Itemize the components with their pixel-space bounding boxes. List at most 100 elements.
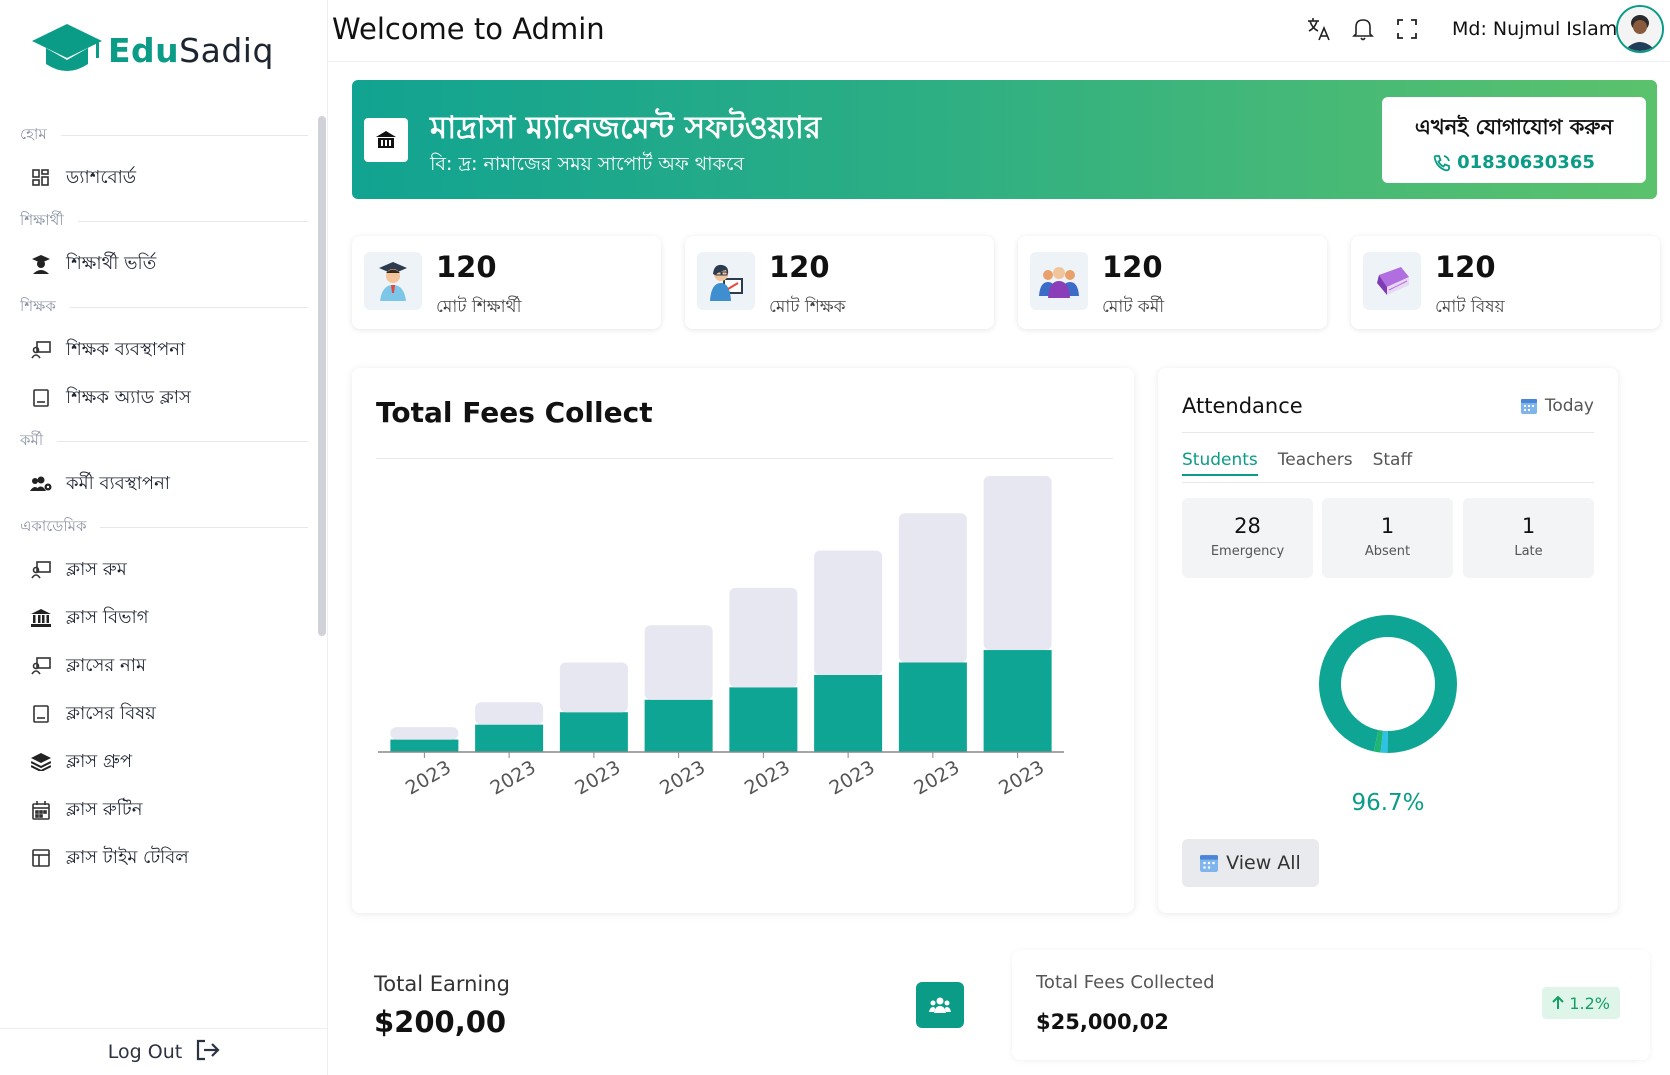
calendar-icon [30,799,52,821]
view-all-label: View All [1226,852,1301,874]
stat-value: 1 [1521,514,1536,538]
nav-staff-management[interactable]: কর্মী ব্যবস্থাপনা [30,464,328,504]
view-all-button[interactable]: View All [1182,839,1319,887]
bar-collected[interactable] [898,662,967,752]
stat-label: মোট শিক্ষক [769,297,846,317]
section-label: একাডেমিক [20,516,87,535]
bar-collected[interactable] [814,674,883,752]
tab-teachers[interactable]: Teachers [1278,450,1353,476]
tab-students[interactable]: Students [1182,450,1258,476]
nav-label: ক্লাসের নাম [66,654,147,676]
nav-label: ক্লাস বিভাগ [66,606,149,628]
attendance-card: Attendance Today Students Teachers Staff… [1158,368,1618,913]
section-staff: কর্মী [20,426,308,456]
nav-student-admission[interactable]: শিক্ষার্থী ভর্তি [30,244,328,284]
dashboard-icon [30,167,52,189]
bar-remaining[interactable] [898,513,967,663]
graduate-icon [30,253,52,275]
student-icon [364,252,422,310]
stat-value: 120 [769,250,830,284]
nav-class-name[interactable]: ক্লাসের নাম [30,646,328,686]
bar-remaining[interactable] [475,702,544,725]
nav-class-timetable[interactable]: ক্লাস টাইম টেবিল [30,838,328,878]
book-icon [1363,252,1421,310]
nav-dashboard[interactable]: ড্যাশবোর্ড [30,158,328,198]
stat-label: Late [1514,544,1543,559]
user-name[interactable]: Md: Nujmul Islam [1452,18,1617,40]
bar-collected[interactable] [475,724,544,752]
logout-icon [196,1039,220,1066]
sidebar-menu: হোম ড্যাশবোর্ড শিক্ষার্থী শিক্ষার্থী ভর্… [0,112,328,1022]
change-value: 1.2% [1569,993,1610,1013]
contact-phone: 01830630365 [1457,152,1595,173]
calendar-icon [1520,398,1537,414]
nav-class-routine[interactable]: ক্লাস রুটিন [30,790,328,830]
contact-box[interactable]: এখনই যোগাযোগ করুন 01830630365 [1382,97,1646,183]
teacher-board-icon [30,655,52,677]
bar-remaining[interactable] [559,662,628,713]
attendance-donut-chart [1319,615,1457,753]
bar-remaining[interactable] [729,587,798,688]
bar-collected[interactable] [983,650,1052,752]
section-academic: একাডেমিক [20,512,308,542]
nav-class-group[interactable]: ক্লাস গ্রুপ [30,742,328,782]
graduation-cap-icon [32,24,102,71]
stat-label: Emergency [1210,544,1285,559]
stat-label: মোট শিক্ষার্থী [436,297,522,317]
donut-segment[interactable] [1319,615,1457,753]
fees-chart-card: Total Fees Collect 2023 2023 2023 2023 2023 2… [352,368,1134,913]
bar-remaining[interactable] [814,550,883,675]
change-badge: 1.2% [1542,987,1620,1019]
tab-staff[interactable]: Staff [1373,450,1413,476]
nav-teacher-management[interactable]: শিক্ষক ব্যবস্থাপনা [30,330,328,370]
users-icon[interactable] [916,982,964,1028]
bar-collected[interactable] [559,712,628,752]
logout-button[interactable]: Log Out [0,1028,328,1075]
sidebar: EduSadiq হোম ড্যাশবোর্ড শিক্ষার্থী শিক্ষ… [0,0,328,1075]
nav-label: শিক্ষক অ্যাড ক্লাস [66,386,191,408]
period-selector[interactable]: Today [1520,396,1594,416]
bar-collected[interactable] [644,699,713,752]
nav-class-subject[interactable]: ক্লাসের বিষয় [30,694,328,734]
fullscreen-icon[interactable] [1394,16,1420,42]
fees-collected-card: Total Fees Collected $25,000,02 1.2% [1012,950,1650,1060]
stat-card-students: 120 মোট শিক্ষার্থী [352,236,661,329]
tablet-icon [30,703,52,725]
calendar-icon [1200,854,1219,872]
stat-label: মোট কর্মী [1102,297,1165,317]
x-tick-label: 2023 [656,756,709,799]
avatar[interactable] [1616,5,1664,53]
nav-label: ক্লাসের বিষয় [66,702,156,724]
banner-title: মাদ্রাসা ম্যানেজমেন্ট সফটওয়্যার [430,110,821,146]
sidebar-scrollbar[interactable] [318,116,326,636]
nav-class-department[interactable]: ক্লাস বিভাগ [30,598,328,638]
section-student: শিক্ষার্থী [20,206,308,236]
nav-class-room[interactable]: ক্লাস রুম [30,550,328,590]
earning-value: $200,00 [374,1005,507,1039]
logo[interactable]: EduSadiq [30,22,274,78]
nav-label: ক্লাস রুটিন [66,798,143,820]
building-columns-icon [30,607,52,629]
nav-teacher-add-class[interactable]: শিক্ষক অ্যাড ক্লাস [30,378,328,418]
nav-label: ড্যাশবোর্ড [66,166,137,188]
page-title: Welcome to Admin [332,12,605,46]
bar-remaining[interactable] [983,476,1052,651]
bar-remaining[interactable] [390,727,459,740]
bell-icon[interactable] [1350,16,1376,42]
nav-label: শিক্ষার্থী ভর্তি [66,252,157,274]
table-icon [30,847,52,869]
contact-phone-row[interactable]: 01830630365 [1382,152,1646,173]
bar-collected[interactable] [729,687,798,752]
bar-collected[interactable] [390,739,459,752]
tablet-icon [30,387,52,409]
top-bar: Welcome to Admin Md: Nujmul Islam [328,0,1670,62]
translate-icon[interactable] [1306,16,1332,42]
brand-name: EduSadiq [108,31,274,70]
section-label: হোম [20,124,47,143]
section-home: হোম [20,120,308,150]
teacher-board-icon [30,559,52,581]
staff-group-icon [1030,252,1088,310]
stat-value: 120 [1102,250,1163,284]
bar-remaining[interactable] [644,625,713,700]
section-teacher: শিক্ষক [20,292,308,322]
